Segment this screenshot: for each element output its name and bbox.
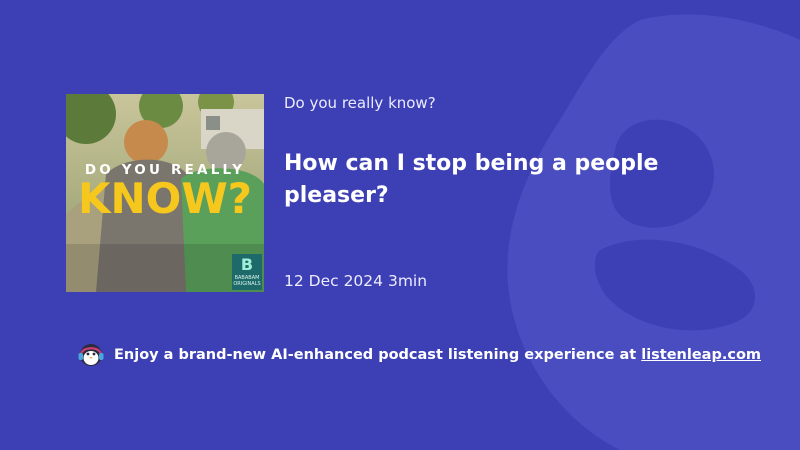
publisher-logo: B BABABAM ORIGINALS: [232, 254, 262, 290]
episode-meta: 12 Dec 2024 3min: [284, 272, 427, 290]
publisher-logo-name: BABABAM ORIGINALS: [233, 275, 261, 287]
show-title[interactable]: Do you really know?: [284, 94, 436, 112]
promo-text: Enjoy a brand-new AI-enhanced podcast li…: [114, 347, 761, 363]
podcast-cover-art[interactable]: DO YOU REALLY KNOW? B BABABAM ORIGINALS: [66, 94, 264, 292]
cover-title-line2: KNOW?: [77, 174, 253, 223]
publisher-logo-letter: B: [240, 255, 254, 274]
episode-title: How can I stop being a people pleaser?: [284, 151, 659, 208]
penguin-headphones-icon: [78, 344, 104, 366]
promo-banner: Enjoy a brand-new AI-enhanced podcast li…: [76, 340, 761, 370]
listenleap-link[interactable]: listenleap.com: [641, 347, 761, 363]
promo-message: Enjoy a brand-new AI-enhanced podcast li…: [114, 347, 642, 363]
episode-date: 12 Dec 2024: [284, 272, 384, 290]
episode-duration: 3min: [387, 272, 428, 290]
